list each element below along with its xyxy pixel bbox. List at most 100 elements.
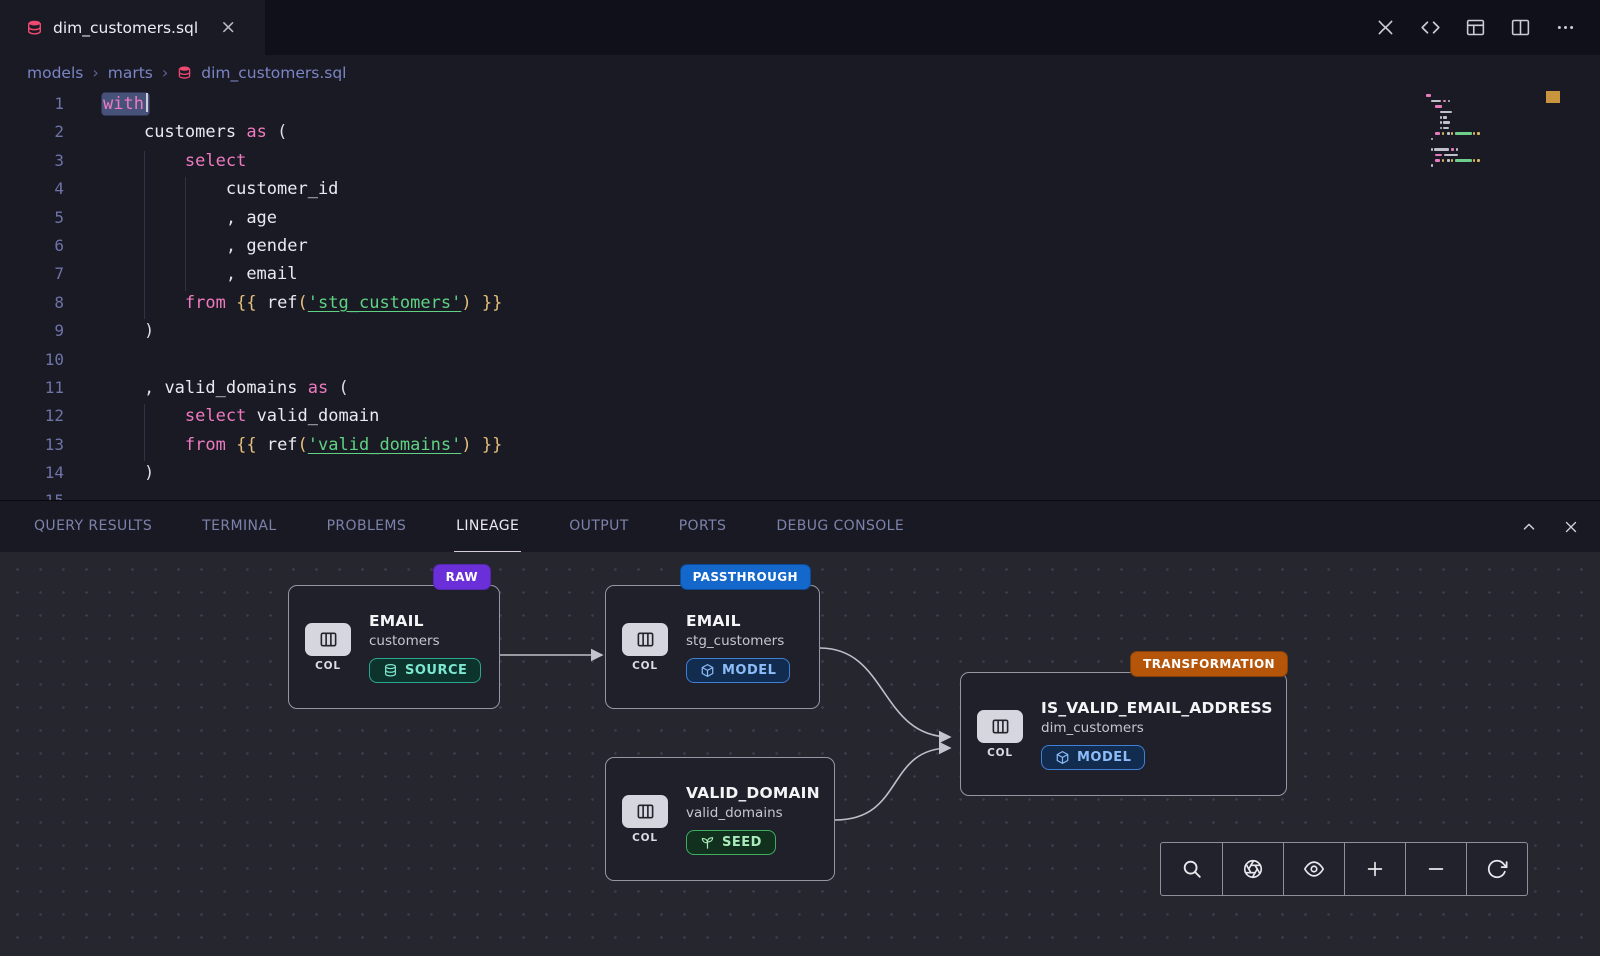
code-line[interactable]: 2 customers as ( [0,118,1600,146]
tab-close-icon[interactable]: × [220,18,236,37]
line-number: 1 [0,90,64,118]
database-icon [26,19,43,36]
indent-guide [144,151,145,319]
code-line[interactable]: 12 select valid_domain [0,402,1600,430]
panel-tab-terminal[interactable]: TERMINAL [200,501,278,552]
editor-tab[interactable]: dim_customers.sql × [0,0,265,55]
breadcrumb: models › marts › dim_customers.sql [0,55,1600,90]
column-type-label: COL [315,660,341,672]
code-line[interactable]: 4 customer_id [0,175,1600,203]
column-indicator: COL [977,710,1023,759]
panel-close-icon[interactable] [1562,518,1580,536]
column-indicator: COL [305,623,351,672]
breadcrumb-item-file[interactable]: dim_customers.sql [201,64,346,82]
breadcrumb-separator: › [162,63,168,82]
cube-icon [700,663,715,678]
line-number: 8 [0,289,64,317]
database-icon [383,663,398,678]
code-line[interactable]: 13 from {{ ref('valid_domains') }} [0,431,1600,459]
panel-tab-output[interactable]: OUTPUT [567,501,630,552]
code-line[interactable]: 10 [0,346,1600,374]
node-tag-transformation: TRANSFORMATION [1130,651,1288,677]
node-title: EMAIL [369,612,481,630]
code-line[interactable]: 6 , gender [0,232,1600,260]
code-icon[interactable] [1420,17,1441,38]
search-icon[interactable] [1161,843,1222,895]
line-number: 6 [0,232,64,260]
lineage-edge [820,648,950,737]
code-area[interactable]: 1with2 customers as (3 select4 customer_… [0,90,1600,500]
lineage-node-dim-customers[interactable]: TRANSFORMATION COL IS_VALID_EMAIL_ADDRES… [960,672,1287,796]
code-line[interactable]: 1with [0,90,1600,118]
node-subtitle: customers [369,633,481,649]
node-badge-model[interactable]: MODEL [1041,745,1145,770]
line-number: 4 [0,175,64,203]
seedling-icon [700,835,715,850]
lineage-node-stg-customers-email[interactable]: PASSTHROUGH COL EMAIL stg_customers MODE… [605,585,820,709]
code-line[interactable]: 14 ) [0,459,1600,487]
column-icon [305,623,351,656]
column-indicator: COL [622,623,668,672]
breadcrumb-item-marts[interactable]: marts [108,64,153,82]
code-line[interactable]: 5 , age [0,204,1600,232]
node-badge-source[interactable]: SOURCE [369,658,481,683]
node-badge-model[interactable]: MODEL [686,658,790,683]
lineage-node-customers-email[interactable]: RAW COL EMAIL customers SOURCE [288,585,500,709]
lineage-canvas[interactable]: RAW COL EMAIL customers SOURCE [0,552,1600,956]
node-title: EMAIL [686,612,790,630]
ellipsis-icon[interactable] [1555,17,1576,38]
eye-icon[interactable] [1283,843,1344,895]
code-line[interactable]: 11 , valid_domains as ( [0,374,1600,402]
code-editor[interactable]: 1with2 customers as (3 select4 customer_… [0,90,1600,500]
column-indicator: COL [622,795,668,844]
node-subtitle: stg_customers [686,633,790,649]
panel-actions [1520,518,1580,536]
table-icon[interactable] [1465,17,1486,38]
node-title: VALID_DOMAIN [686,784,820,802]
column-type-label: COL [632,660,658,672]
column-type-label: COL [632,832,658,844]
panel-tabs: QUERY RESULTS TERMINAL PROBLEMS LINEAGE OUTP… [32,501,906,552]
zoom-in-icon[interactable] [1344,843,1405,895]
panel-tab-ports[interactable]: PORTS [677,501,729,552]
node-tag-raw: RAW [433,564,491,590]
breadcrumb-separator: › [92,63,98,82]
line-number: 9 [0,317,64,345]
code-line[interactable]: 9 ) [0,317,1600,345]
lineage-node-valid-domains[interactable]: COL VALID_DOMAIN valid_domains SEED [605,757,835,881]
badge-label: SEED [722,835,762,850]
tab-title: dim_customers.sql [53,19,198,37]
refresh-icon[interactable] [1466,843,1527,895]
panel-tab-bar: QUERY RESULTS TERMINAL PROBLEMS LINEAGE OUTP… [0,500,1600,552]
aperture-icon[interactable] [1222,843,1283,895]
breadcrumb-item-models[interactable]: models [27,64,83,82]
editor-tab-bar: dim_customers.sql × [0,0,1600,55]
split-editor-icon[interactable] [1510,17,1531,38]
line-number: 15 [0,487,64,500]
minimap-marker [1546,91,1560,103]
column-icon [622,623,668,656]
panel-tab-query-results[interactable]: QUERY RESULTS [32,501,154,552]
line-number: 2 [0,118,64,146]
line-number: 11 [0,374,64,402]
panel-tab-debug-console[interactable]: DEBUG CONSOLE [774,501,906,552]
minimap[interactable] [1426,93,1530,174]
line-number: 13 [0,431,64,459]
indent-guide [144,404,145,461]
node-subtitle: valid_domains [686,805,820,821]
sparkle-x-icon[interactable] [1375,17,1396,38]
tabbar-actions [1375,0,1600,55]
line-number: 10 [0,346,64,374]
column-icon [622,795,668,828]
indent-guide [185,177,186,291]
zoom-out-icon[interactable] [1405,843,1466,895]
code-line[interactable]: 15 [0,487,1600,500]
code-line[interactable]: 8 from {{ ref('stg_customers') }} [0,289,1600,317]
panel-tab-problems[interactable]: PROBLEMS [325,501,409,552]
panel-tab-lineage[interactable]: LINEAGE [454,501,521,552]
code-line[interactable]: 3 select [0,147,1600,175]
chevron-up-icon[interactable] [1520,518,1538,536]
code-line[interactable]: 7 , email [0,260,1600,288]
cube-icon [1055,750,1070,765]
node-badge-seed[interactable]: SEED [686,830,776,855]
